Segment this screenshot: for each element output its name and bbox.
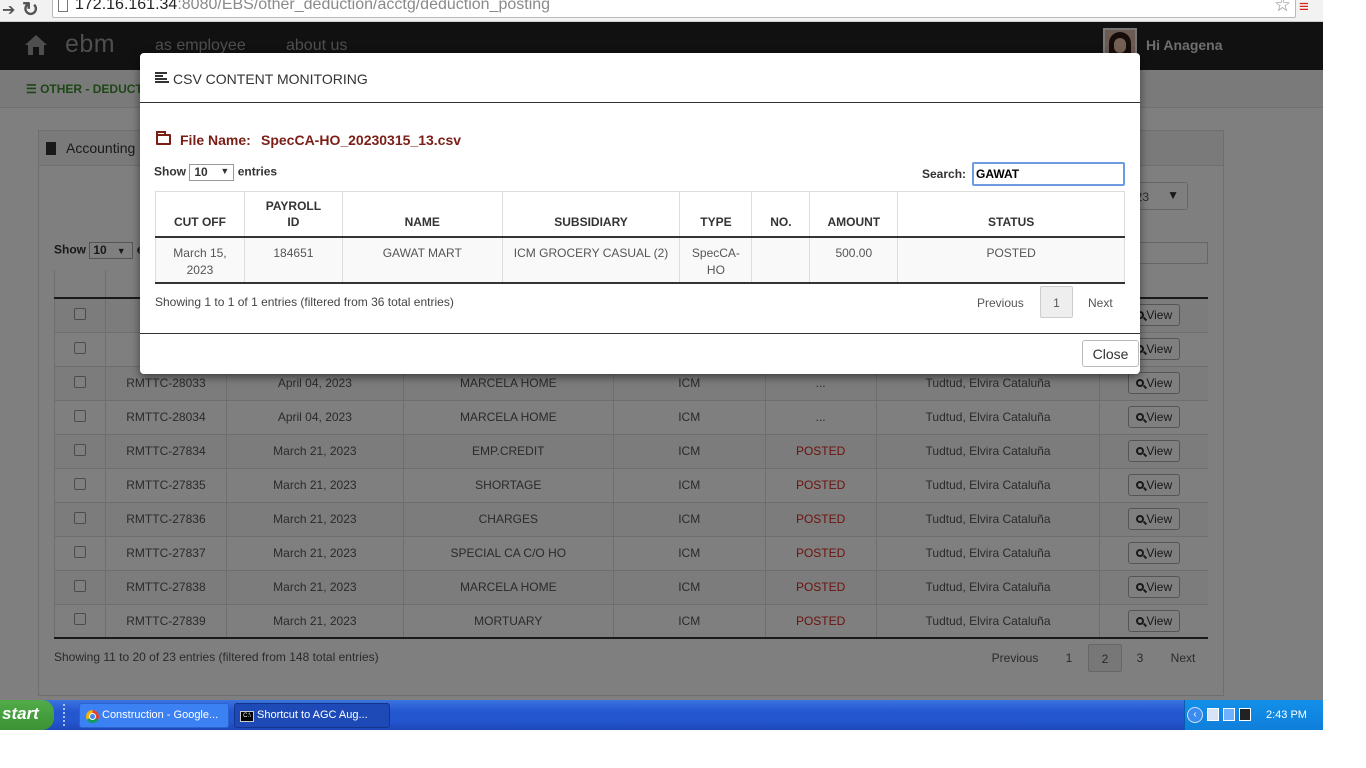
chrome-icon xyxy=(86,710,99,723)
bookmark-star-icon[interactable]: ☆ xyxy=(1274,0,1291,17)
cell-no xyxy=(751,236,810,284)
column-header-name[interactable]: NAME xyxy=(341,191,503,238)
modal-title: CSV CONTENT MONITORING xyxy=(173,71,368,87)
csv-content-table: CUT OFF PAYROLL ID NAME SUBSIDIARY TYPE … xyxy=(155,191,1125,284)
system-tray: ‹ 2:43 PM xyxy=(1184,700,1323,730)
cell-payroll-id: 184651 xyxy=(243,236,343,284)
forward-icon[interactable]: ➔ xyxy=(2,0,15,20)
show-label: Show xyxy=(154,164,186,179)
url-host: 172.16.161.34 xyxy=(75,0,178,13)
column-header-no[interactable]: NO. xyxy=(751,191,810,238)
browser-menu-icon[interactable]: ≡ xyxy=(1299,0,1309,17)
url-text[interactable]: 172.16.161.34:8080/EBS/other_deduction/a… xyxy=(75,0,550,14)
tray-expand-icon[interactable]: ‹ xyxy=(1187,707,1203,723)
cell-amount: 500.00 xyxy=(809,236,898,284)
search-label: Search: xyxy=(922,167,967,181)
modal-header: CSV CONTENT MONITORING xyxy=(140,53,1140,103)
file-name-label: File Name: xyxy=(180,132,251,148)
display-icon[interactable] xyxy=(1223,708,1235,721)
url-path: :8080/EBS/other_deduction/acctg/deductio… xyxy=(177,0,551,13)
cell-type: SpecCA-HO xyxy=(679,236,752,284)
page-size-select[interactable]: 10 ▼ xyxy=(189,164,235,181)
file-name-value: SpecCA-HO_20230315_13.csv xyxy=(261,132,462,148)
table-info: Showing 1 to 1 of 1 entries (filtered fr… xyxy=(155,295,454,309)
cell-status: POSTED xyxy=(897,236,1125,284)
taskbar: start Construction - Google... C:\ Short… xyxy=(0,700,1323,730)
show-entries: Show 10 ▼ entries xyxy=(154,164,277,181)
payroll-id-header-text: PAYROLL ID xyxy=(265,198,322,229)
table-header-row: CUT OFF PAYROLL ID NAME SUBSIDIARY TYPE … xyxy=(155,191,1125,238)
csv-monitoring-modal: CSV CONTENT MONITORING File Name: SpecCA… xyxy=(140,53,1140,374)
pager-page-1[interactable]: 1 xyxy=(1040,286,1073,318)
column-header-payroll-id[interactable]: PAYROLL ID xyxy=(243,191,343,238)
reload-icon[interactable]: ↻ xyxy=(22,0,39,22)
column-header-type[interactable]: TYPE xyxy=(679,191,752,238)
network-icon[interactable] xyxy=(1207,708,1219,721)
folder-open-icon xyxy=(156,131,171,145)
cell-subsidiary: ICM GROCERY CASUAL (2) xyxy=(501,236,680,284)
page-size-value: 10 xyxy=(194,165,208,179)
chevron-down-icon: ▼ xyxy=(220,166,230,176)
language-icon[interactable] xyxy=(1239,708,1251,721)
page-icon xyxy=(58,0,68,12)
address-bar[interactable]: 172.16.161.34:8080/EBS/other_deduction/a… xyxy=(52,0,1296,18)
pager-next[interactable]: Next xyxy=(1088,296,1113,310)
column-header-amount[interactable]: AMOUNT xyxy=(809,191,898,238)
modal-footer-divider xyxy=(140,333,1140,334)
align-left-icon xyxy=(155,72,169,83)
cell-name: GAWAT MART xyxy=(341,236,503,284)
type-value: SpecCA-HO xyxy=(691,245,740,277)
search-input[interactable] xyxy=(972,162,1125,186)
command-prompt-icon: C:\ xyxy=(240,711,254,722)
column-header-subsidiary[interactable]: SUBSIDIARY xyxy=(501,191,680,238)
taskbar-item-chrome[interactable]: Construction - Google... xyxy=(79,703,229,728)
pager-previous[interactable]: Previous xyxy=(977,296,1024,310)
browser-toolbar: ➔ ↻ 172.16.161.34:8080/EBS/other_deducti… xyxy=(0,0,1323,22)
entries-label: entries xyxy=(237,164,278,179)
cut-off-value: March 15, 2023 xyxy=(173,245,227,277)
start-button[interactable]: start xyxy=(0,700,54,730)
taskbar-grip xyxy=(63,704,65,726)
taskbar-item-label: Shortcut to AGC Aug... xyxy=(257,709,368,721)
column-header-status[interactable]: STATUS xyxy=(897,191,1125,238)
table-row[interactable]: March 15, 2023 184651 GAWAT MART ICM GRO… xyxy=(155,236,1125,284)
column-header-cut-off[interactable]: CUT OFF xyxy=(155,191,245,238)
taskbar-item-shortcut[interactable]: C:\ Shortcut to AGC Aug... xyxy=(234,703,390,728)
close-button[interactable]: Close xyxy=(1082,340,1139,367)
screen: ➔ ↻ 172.16.161.34:8080/EBS/other_deducti… xyxy=(0,0,1366,768)
cell-cut-off: March 15, 2023 xyxy=(155,236,245,284)
taskbar-item-label: Construction - Google... xyxy=(102,709,219,721)
clock[interactable]: 2:43 PM xyxy=(1266,709,1307,721)
